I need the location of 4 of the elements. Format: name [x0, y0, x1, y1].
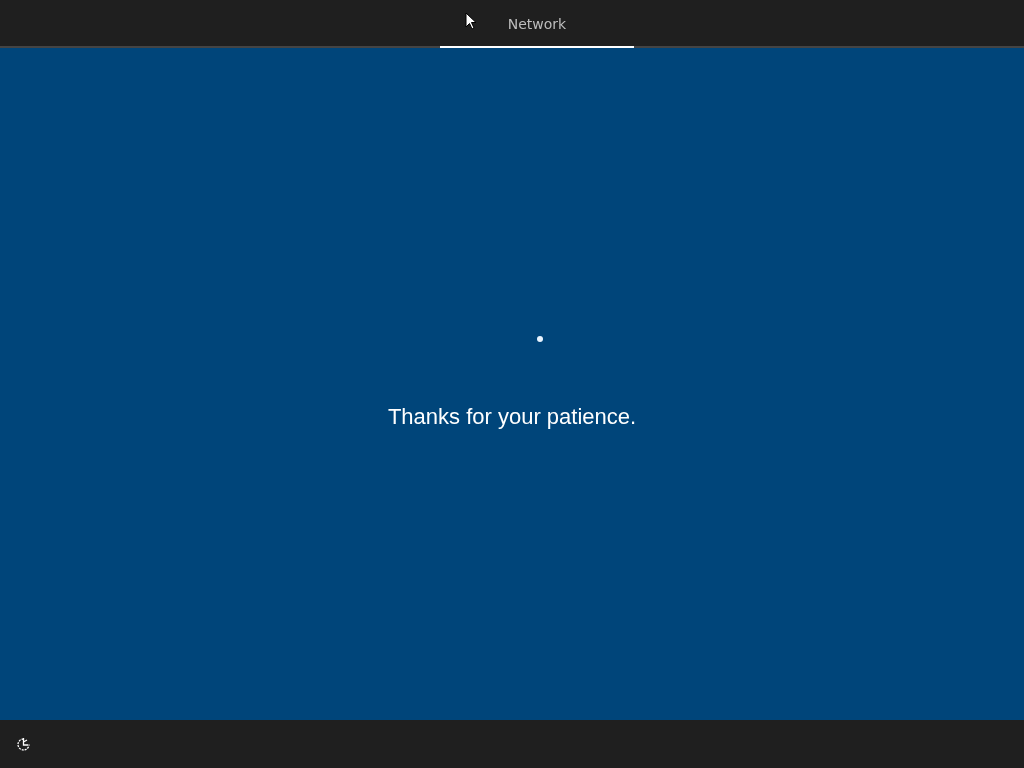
pointer-icon	[465, 12, 477, 30]
loading-dot	[537, 336, 543, 342]
patience-message: Thanks for your patience.	[387, 404, 637, 430]
accessibility-icon[interactable]	[15, 735, 32, 753]
